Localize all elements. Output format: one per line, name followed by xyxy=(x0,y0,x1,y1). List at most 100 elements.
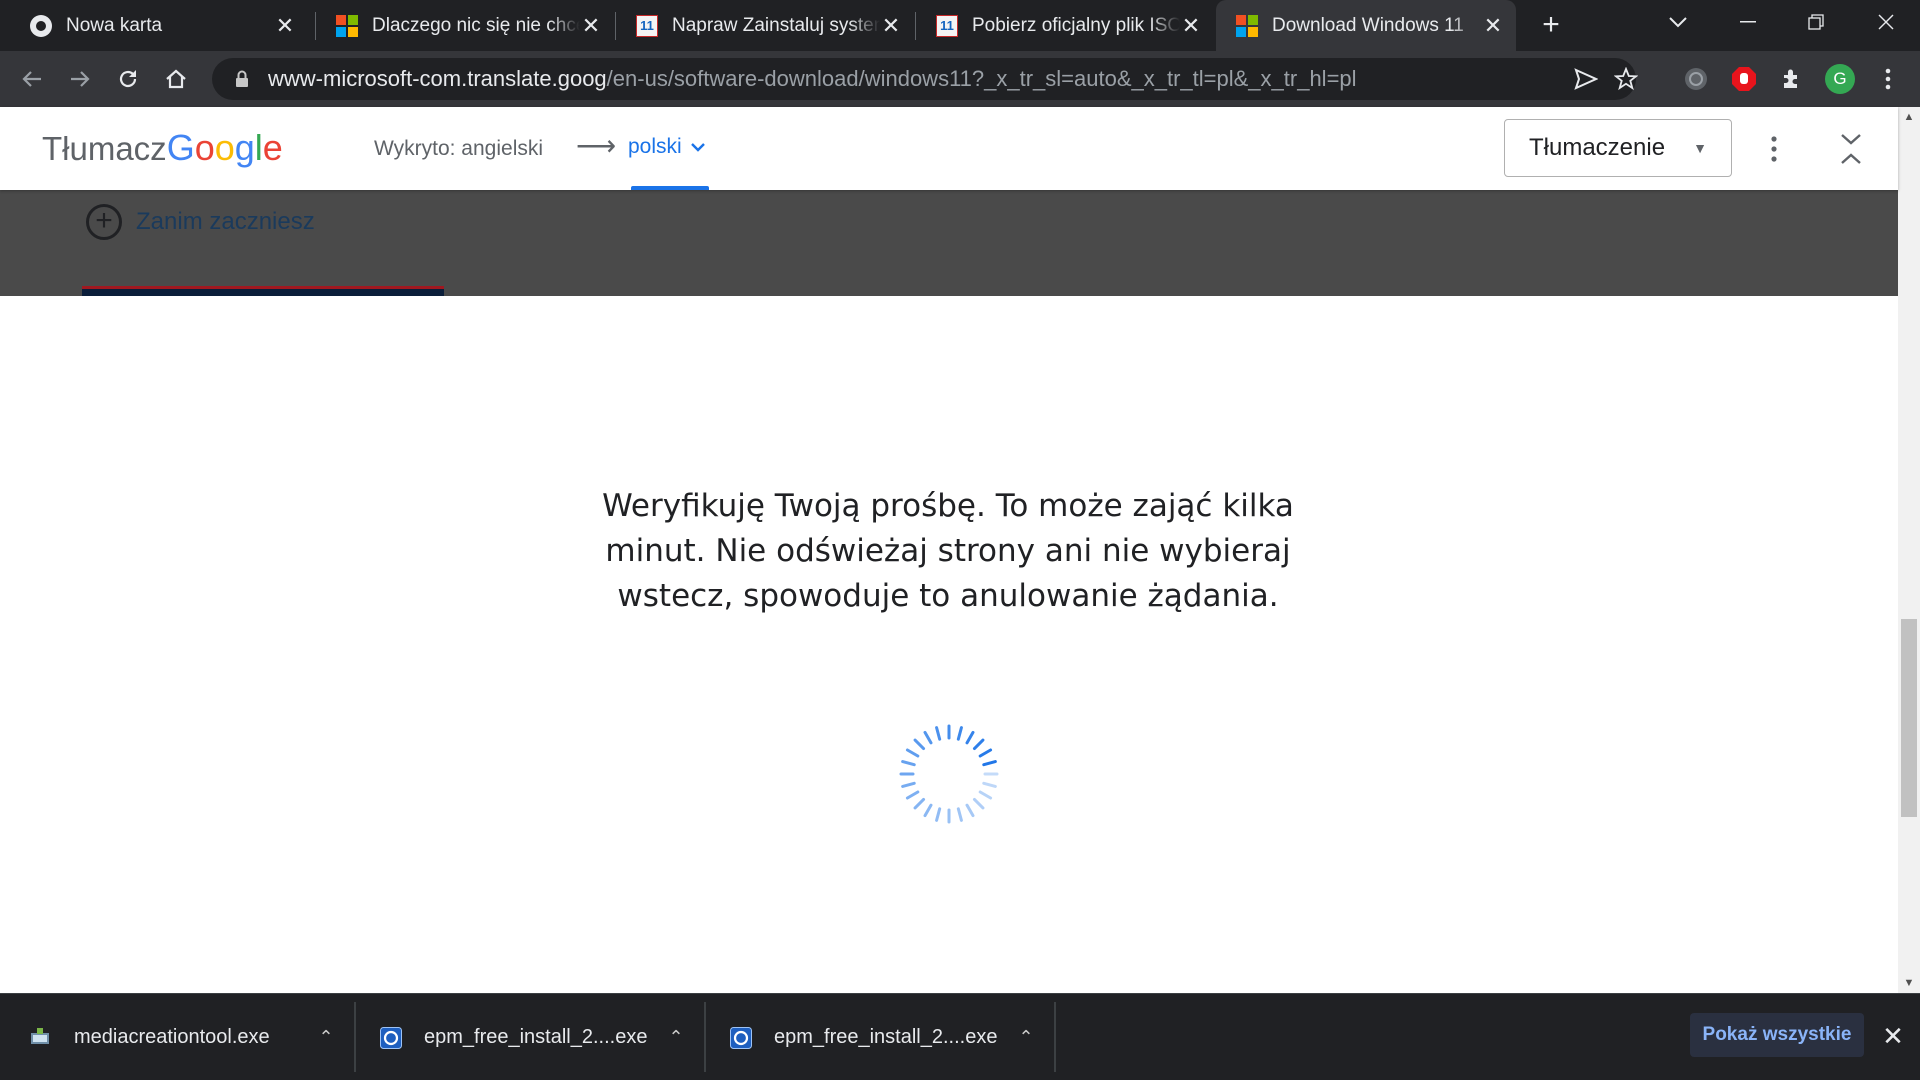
tab-title: Pobierz oficjalny plik ISO systemu xyxy=(972,14,1180,36)
new-tab-button[interactable]: + xyxy=(1536,10,1566,40)
verification-message: Weryfikuję Twoją prośbę. To może zająć k… xyxy=(602,488,1294,614)
scroll-up-arrow-icon[interactable]: ▲ xyxy=(1898,107,1920,127)
microsoft-icon xyxy=(336,14,358,37)
show-all-downloads-button[interactable]: Pokaż wszystkie xyxy=(1690,1013,1864,1057)
home-icon xyxy=(166,69,186,89)
tab-dlaczego[interactable]: Dlaczego nic się nie chce zainstalować ✕ xyxy=(316,0,614,51)
installer-file-icon xyxy=(30,1027,50,1047)
close-icon[interactable]: ✕ xyxy=(580,13,602,39)
installer-file-icon xyxy=(730,1027,752,1049)
close-download-shelf-icon[interactable]: ✕ xyxy=(1878,1016,1908,1056)
send-to-device-icon[interactable] xyxy=(1566,58,1606,100)
download-filename: mediacreationtool.exe xyxy=(74,1025,270,1048)
download-filename: epm_free_install_2....exe xyxy=(424,1025,648,1048)
download-item[interactable]: mediacreationtool.exe ⌃ xyxy=(0,994,350,1080)
back-arrow-icon xyxy=(22,71,41,87)
vertical-scrollbar[interactable]: ▲ ▼ xyxy=(1898,107,1920,993)
spinner-tick xyxy=(972,797,985,810)
dropdown-caret-icon: ▼ xyxy=(1693,140,1707,156)
minimize-button[interactable] xyxy=(1714,0,1782,44)
extensions-puzzle-icon[interactable] xyxy=(1772,59,1812,99)
page-content: + Zanim zaczniesz Weryfikuję Twoją prośb… xyxy=(0,190,1898,993)
forward-arrow-icon xyxy=(71,71,90,87)
spinner-tick xyxy=(978,748,993,758)
profile-initial: G xyxy=(1825,64,1855,94)
logo-letter: G xyxy=(166,127,195,168)
tab-search-icon[interactable] xyxy=(1644,0,1712,44)
shelf-separator xyxy=(1054,1002,1056,1072)
tab-new-tab[interactable]: Nowa karta ✕ xyxy=(10,0,308,51)
spinner-tick xyxy=(982,760,997,767)
close-icon[interactable]: ✕ xyxy=(880,13,902,39)
spinner-tick xyxy=(923,803,933,818)
url-path: /en-us/software-download/windows11?_x_tr… xyxy=(606,66,1357,91)
restore-button[interactable] xyxy=(1782,0,1850,44)
home-button[interactable] xyxy=(156,59,196,99)
collapse-bar-icon[interactable] xyxy=(1836,131,1866,167)
browser-toolbar: www-microsoft-com.translate.goog/en-us/s… xyxy=(0,51,1920,107)
tab-strip: Nowa karta ✕ Dlaczego nic się nie chce z… xyxy=(0,0,1920,51)
spinner-tick xyxy=(913,738,926,751)
tab-title: Napraw Zainstaluj system xyxy=(672,14,880,36)
reload-button[interactable] xyxy=(108,59,148,99)
before-you-start-toggle[interactable]: + Zanim zaczniesz xyxy=(86,204,315,240)
bookmark-star-icon[interactable] xyxy=(1606,58,1646,100)
chevron-down-icon xyxy=(690,143,705,152)
scrollbar-thumb[interactable] xyxy=(1901,619,1917,817)
spinner-tick xyxy=(965,730,975,745)
microsoft-icon xyxy=(1236,14,1258,37)
tab-napraw[interactable]: 11 Napraw Zainstaluj system ✕ xyxy=(616,0,914,51)
spinner-tick xyxy=(935,807,942,822)
browser-menu-icon[interactable] xyxy=(1868,59,1908,99)
logo-letter: o xyxy=(214,127,235,168)
back-button[interactable] xyxy=(12,59,52,99)
spinner-tick xyxy=(905,790,920,800)
reload-icon xyxy=(119,70,137,88)
forward-button[interactable] xyxy=(60,59,100,99)
chrome-icon xyxy=(30,14,52,37)
spinner-tick xyxy=(956,726,963,741)
spinner-tick xyxy=(905,748,920,758)
scroll-down-arrow-icon[interactable]: ▼ xyxy=(1898,973,1920,993)
close-icon[interactable]: ✕ xyxy=(1180,13,1202,39)
before-you-start-label: Zanim zaczniesz xyxy=(136,208,315,235)
dimmed-header-band: + Zanim zaczniesz xyxy=(0,190,1898,296)
tab-download-windows-11[interactable]: Download Windows 11 ✕ xyxy=(1216,0,1516,51)
translation-mode-label: Tłumaczenie xyxy=(1529,134,1666,161)
spinner-tick xyxy=(901,760,916,767)
tab-pobierz-iso[interactable]: 11 Pobierz oficjalny plik ISO systemu ✕ xyxy=(916,0,1214,51)
windows11-site-icon: 11 xyxy=(936,14,958,37)
chevron-up-icon[interactable]: ⌃ xyxy=(664,1027,688,1048)
close-icon[interactable]: ✕ xyxy=(1482,13,1504,39)
chevron-up-icon[interactable]: ⌃ xyxy=(1014,1027,1038,1048)
logo-letter: e xyxy=(262,127,283,168)
target-language-select[interactable]: polski xyxy=(628,135,706,159)
extension-icon[interactable] xyxy=(1676,59,1716,99)
chevron-up-icon[interactable]: ⌃ xyxy=(314,1027,338,1048)
windows11-site-icon: 11 xyxy=(636,14,658,37)
download-filename: epm_free_install_2....exe xyxy=(774,1025,998,1048)
spinner-tick xyxy=(901,781,916,788)
download-item[interactable]: epm_free_install_2....exe ⌃ xyxy=(700,994,1050,1080)
address-bar[interactable]: www-microsoft-com.translate.goog/en-us/s… xyxy=(212,58,1638,100)
download-item[interactable]: epm_free_install_2....exe ⌃ xyxy=(350,994,700,1080)
spinner-tick xyxy=(978,790,993,800)
window-close-button[interactable] xyxy=(1852,0,1920,44)
tab-title: Dlaczego nic się nie chce zainstalować xyxy=(372,14,580,36)
more-options-icon[interactable] xyxy=(1762,131,1786,167)
spinner-tick xyxy=(956,807,963,822)
detected-language: Wykryto: angielski xyxy=(374,137,544,160)
google-translate-logo[interactable]: TłumaczGoogle xyxy=(42,127,283,169)
tab-title: Nowa karta xyxy=(66,14,163,36)
right-arrow-icon: ⟶ xyxy=(576,130,617,161)
translation-mode-dropdown[interactable]: Tłumaczenie ▼ xyxy=(1504,119,1732,177)
target-language-label: polski xyxy=(628,135,682,158)
logo-letter: l xyxy=(254,127,263,168)
close-icon[interactable]: ✕ xyxy=(274,13,296,39)
spinner-tick xyxy=(913,797,926,810)
spinner-tick xyxy=(935,726,942,741)
plus-circle-icon: + xyxy=(86,204,122,240)
adblock-icon[interactable] xyxy=(1724,59,1764,99)
banner-edge xyxy=(82,286,444,296)
profile-avatar[interactable]: G xyxy=(1820,59,1860,99)
